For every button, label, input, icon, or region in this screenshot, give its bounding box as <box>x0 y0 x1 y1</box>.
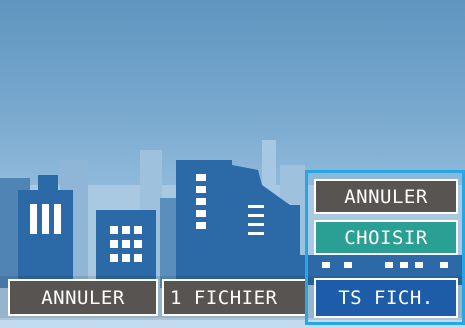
camera-lcd-screen: ANNULER 1 FICHIER ANNULER CHOISIR TS FIC… <box>0 0 465 328</box>
one-file-button[interactable]: 1 FICHIER <box>162 279 308 316</box>
all-files-button[interactable]: TS FICH. <box>314 278 458 318</box>
menu-cancel-button[interactable]: ANNULER <box>314 179 458 214</box>
cancel-button[interactable]: ANNULER <box>8 279 158 316</box>
choose-button[interactable]: CHOISIR <box>314 220 458 255</box>
